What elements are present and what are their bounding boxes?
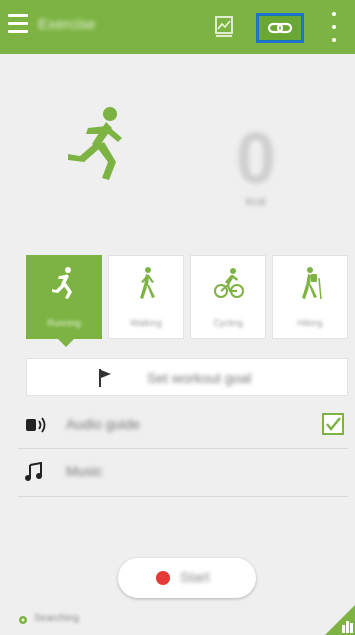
- start-button[interactable]: Start: [118, 558, 256, 598]
- set-goal-label: Set workout goal: [147, 370, 252, 386]
- workout-walking[interactable]: Walking: [108, 255, 184, 339]
- workout-running[interactable]: Running: [26, 255, 102, 339]
- calorie-unit: kcal: [246, 196, 266, 208]
- gps-icon: [19, 616, 27, 624]
- running-icon: [68, 107, 122, 180]
- audio-guide-checkbox[interactable]: [322, 413, 344, 435]
- workout-cycling[interactable]: Cycling: [190, 255, 266, 339]
- checkmark-icon: [326, 417, 341, 431]
- stats-corner-button[interactable]: [325, 605, 355, 635]
- audio-guide-row[interactable]: Audio guide: [18, 405, 348, 445]
- workout-label: Running: [47, 318, 81, 328]
- app-bar: Exercise: [0, 0, 355, 54]
- workout-label: Cycling: [213, 318, 243, 328]
- record-icon: [156, 571, 170, 585]
- workout-label: Walking: [130, 318, 162, 328]
- workout-label: Hiking: [297, 318, 323, 328]
- chart-icon[interactable]: [212, 14, 236, 40]
- divider: [18, 448, 348, 449]
- more-icon[interactable]: [326, 12, 342, 42]
- workout-hiking[interactable]: Hiking: [272, 255, 348, 339]
- hiking-icon: [302, 267, 322, 300]
- calorie-count: 0: [236, 119, 277, 199]
- music-label: Music: [66, 463, 103, 479]
- cycling-icon: [214, 268, 244, 298]
- set-goal-button[interactable]: Set workout goal: [26, 358, 348, 396]
- divider: [18, 496, 348, 497]
- workout-type-selector: Running Walking Cycling Hiking: [26, 255, 348, 339]
- start-label: Start: [180, 569, 210, 585]
- music-note-icon: [25, 462, 42, 481]
- flag-icon: [99, 369, 111, 387]
- walking-icon: [140, 267, 155, 299]
- link-icon[interactable]: [256, 13, 304, 43]
- app-title: Exercise: [38, 16, 96, 33]
- gps-status-text: Searching: [34, 613, 80, 624]
- speaker-icon: [26, 417, 46, 433]
- running-icon: [52, 267, 72, 299]
- menu-icon[interactable]: [8, 14, 28, 38]
- music-row[interactable]: Music: [18, 452, 348, 492]
- selection-pointer: [58, 339, 74, 347]
- audio-guide-label: Audio guide: [66, 416, 140, 432]
